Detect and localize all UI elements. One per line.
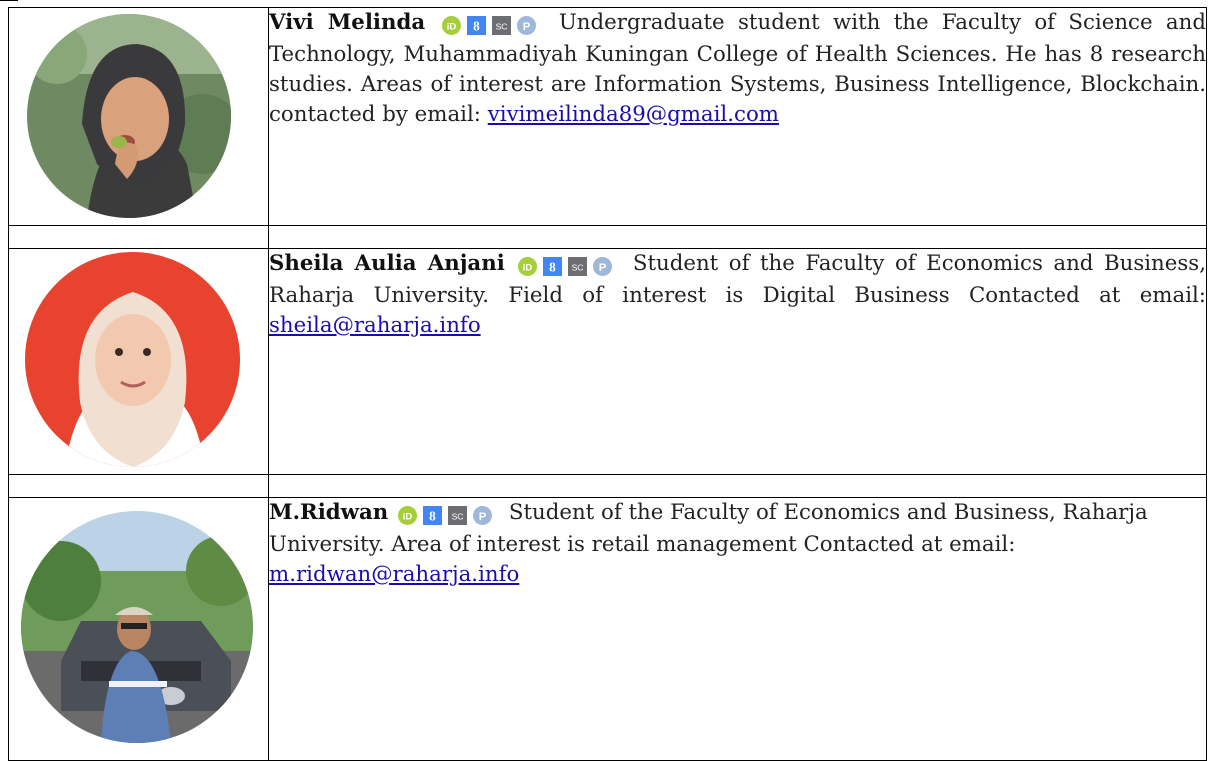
profile-icons: iD 8 SC P: [398, 500, 498, 530]
author-bio-cell: M.Ridwan iD 8 SC P Student of the Faculty o…: [268, 497, 1207, 761]
spacer-cell: [8, 474, 269, 498]
spacer-row: [8, 474, 1207, 498]
author-email-link[interactable]: sheila@raharja.info: [269, 313, 481, 338]
publons-icon[interactable]: P: [516, 16, 536, 35]
svg-text:iD: iD: [523, 262, 533, 273]
author-photo-sheila: [25, 252, 240, 467]
author-bio-cell: Vivi Melinda iD 8 SC P Undergraduate studen…: [268, 7, 1207, 226]
svg-text:SC: SC: [452, 511, 464, 521]
publons-icon[interactable]: P: [593, 257, 613, 276]
profile-icons: iD 8 SC P: [441, 10, 542, 40]
svg-text:SC: SC: [495, 21, 507, 31]
svg-text:iD: iD: [446, 21, 456, 32]
svg-text:P: P: [522, 21, 530, 33]
svg-text:iD: iD: [403, 511, 413, 522]
author-bio-cell: Sheila Aulia Anjani iD 8 SC P Student of th…: [268, 248, 1207, 475]
author-row-ridwan: M.Ridwan iD 8 SC P Student of the Faculty o…: [8, 497, 1207, 761]
google-scholar-icon[interactable]: 8: [423, 506, 443, 525]
author-name: Vivi Melinda: [269, 10, 426, 35]
svg-text:P: P: [479, 511, 487, 523]
svg-text:8: 8: [429, 508, 436, 523]
photo-cell: [8, 497, 269, 761]
author-photo-vivi: [27, 14, 231, 218]
photo-cell: [8, 248, 269, 475]
spacer-cell: [268, 225, 1207, 249]
orcid-icon[interactable]: iD: [518, 257, 538, 276]
google-scholar-icon[interactable]: 8: [543, 257, 563, 276]
scopus-icon[interactable]: SC: [568, 257, 588, 276]
svg-text:8: 8: [550, 259, 557, 274]
svg-text:P: P: [599, 262, 607, 274]
author-bio-table: Vivi Melinda iD 8 SC P Undergraduate studen…: [8, 7, 1207, 761]
spacer-cell: [268, 474, 1207, 498]
author-name: Sheila Aulia Anjani: [269, 251, 505, 276]
author-email-link[interactable]: m.ridwan@raharja.info: [269, 562, 519, 587]
spacer-cell: [8, 225, 269, 249]
author-row-vivi: Vivi Melinda iD 8 SC P Undergraduate studen…: [8, 7, 1207, 226]
author-photo-ridwan: [21, 511, 253, 743]
spacer-row: [8, 225, 1207, 249]
scopus-icon[interactable]: SC: [448, 506, 468, 525]
svg-text:SC: SC: [572, 262, 584, 272]
orcid-icon[interactable]: iD: [441, 16, 461, 35]
google-scholar-icon[interactable]: 8: [466, 16, 486, 35]
publons-icon[interactable]: P: [473, 506, 493, 525]
author-email-link[interactable]: vivimeilinda89@gmail.com: [488, 102, 779, 127]
svg-text:8: 8: [473, 18, 480, 33]
author-name: M.Ridwan: [269, 500, 389, 525]
profile-icons: iD 8 SC P: [518, 251, 618, 281]
photo-cell: [8, 7, 269, 226]
scopus-icon[interactable]: SC: [491, 16, 511, 35]
author-row-sheila: Sheila Aulia Anjani iD 8 SC P Student of th…: [8, 248, 1207, 475]
orcid-icon[interactable]: iD: [398, 506, 418, 525]
